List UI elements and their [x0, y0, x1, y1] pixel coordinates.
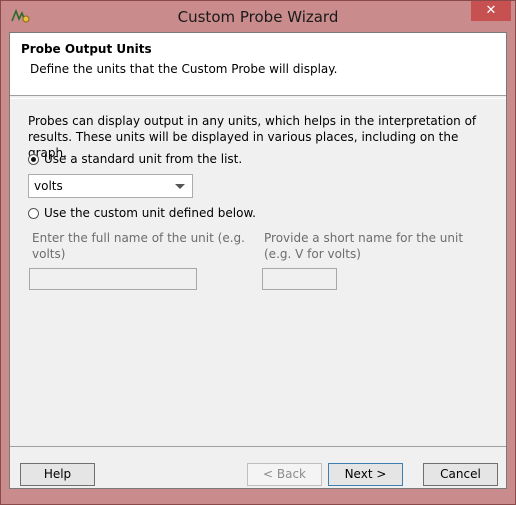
custom-unit-label: Use the custom unit defined below. [44, 206, 256, 220]
radio-unselected-icon[interactable] [28, 208, 39, 219]
full-name-label: Enter the full name of the unit (e.g. vo… [32, 231, 245, 261]
radio-selected-icon[interactable] [28, 154, 39, 165]
page-title: Probe Output Units [21, 42, 152, 56]
wizard-header: Probe Output Units Define the units that… [10, 33, 506, 96]
short-name-label: Provide a short name for the unit (e.g. … [264, 231, 464, 261]
standard-unit-radio[interactable]: Use a standard unit from the list. [28, 152, 242, 168]
short-name-input[interactable] [262, 268, 337, 290]
page-subtitle: Define the units that the Custom Probe w… [30, 62, 338, 76]
chevron-down-icon[interactable] [175, 184, 185, 189]
help-button[interactable]: Help [20, 463, 95, 486]
standard-unit-label: Use a standard unit from the list. [44, 152, 243, 166]
next-button[interactable]: Next > [328, 463, 403, 486]
custom-unit-radio[interactable]: Use the custom unit defined below. [28, 206, 256, 222]
header-divider [10, 98, 506, 99]
window-title: Custom Probe Wizard [177, 8, 339, 26]
unit-select[interactable]: volts [28, 174, 193, 198]
close-button[interactable]: ✕ [471, 1, 511, 21]
cancel-button[interactable]: Cancel [423, 463, 498, 486]
footer-divider [10, 446, 506, 447]
full-name-input[interactable] [29, 268, 197, 290]
title-bar[interactable]: Custom Probe Wizard ✕ [1, 1, 515, 31]
back-button[interactable]: < Back [247, 463, 322, 486]
wizard-window: Custom Probe Wizard ✕ Probe Output Units… [0, 0, 516, 505]
close-icon: ✕ [485, 3, 497, 18]
unit-select-value: volts [34, 179, 63, 193]
dialog-body: Probe Output Units Define the units that… [9, 32, 507, 489]
